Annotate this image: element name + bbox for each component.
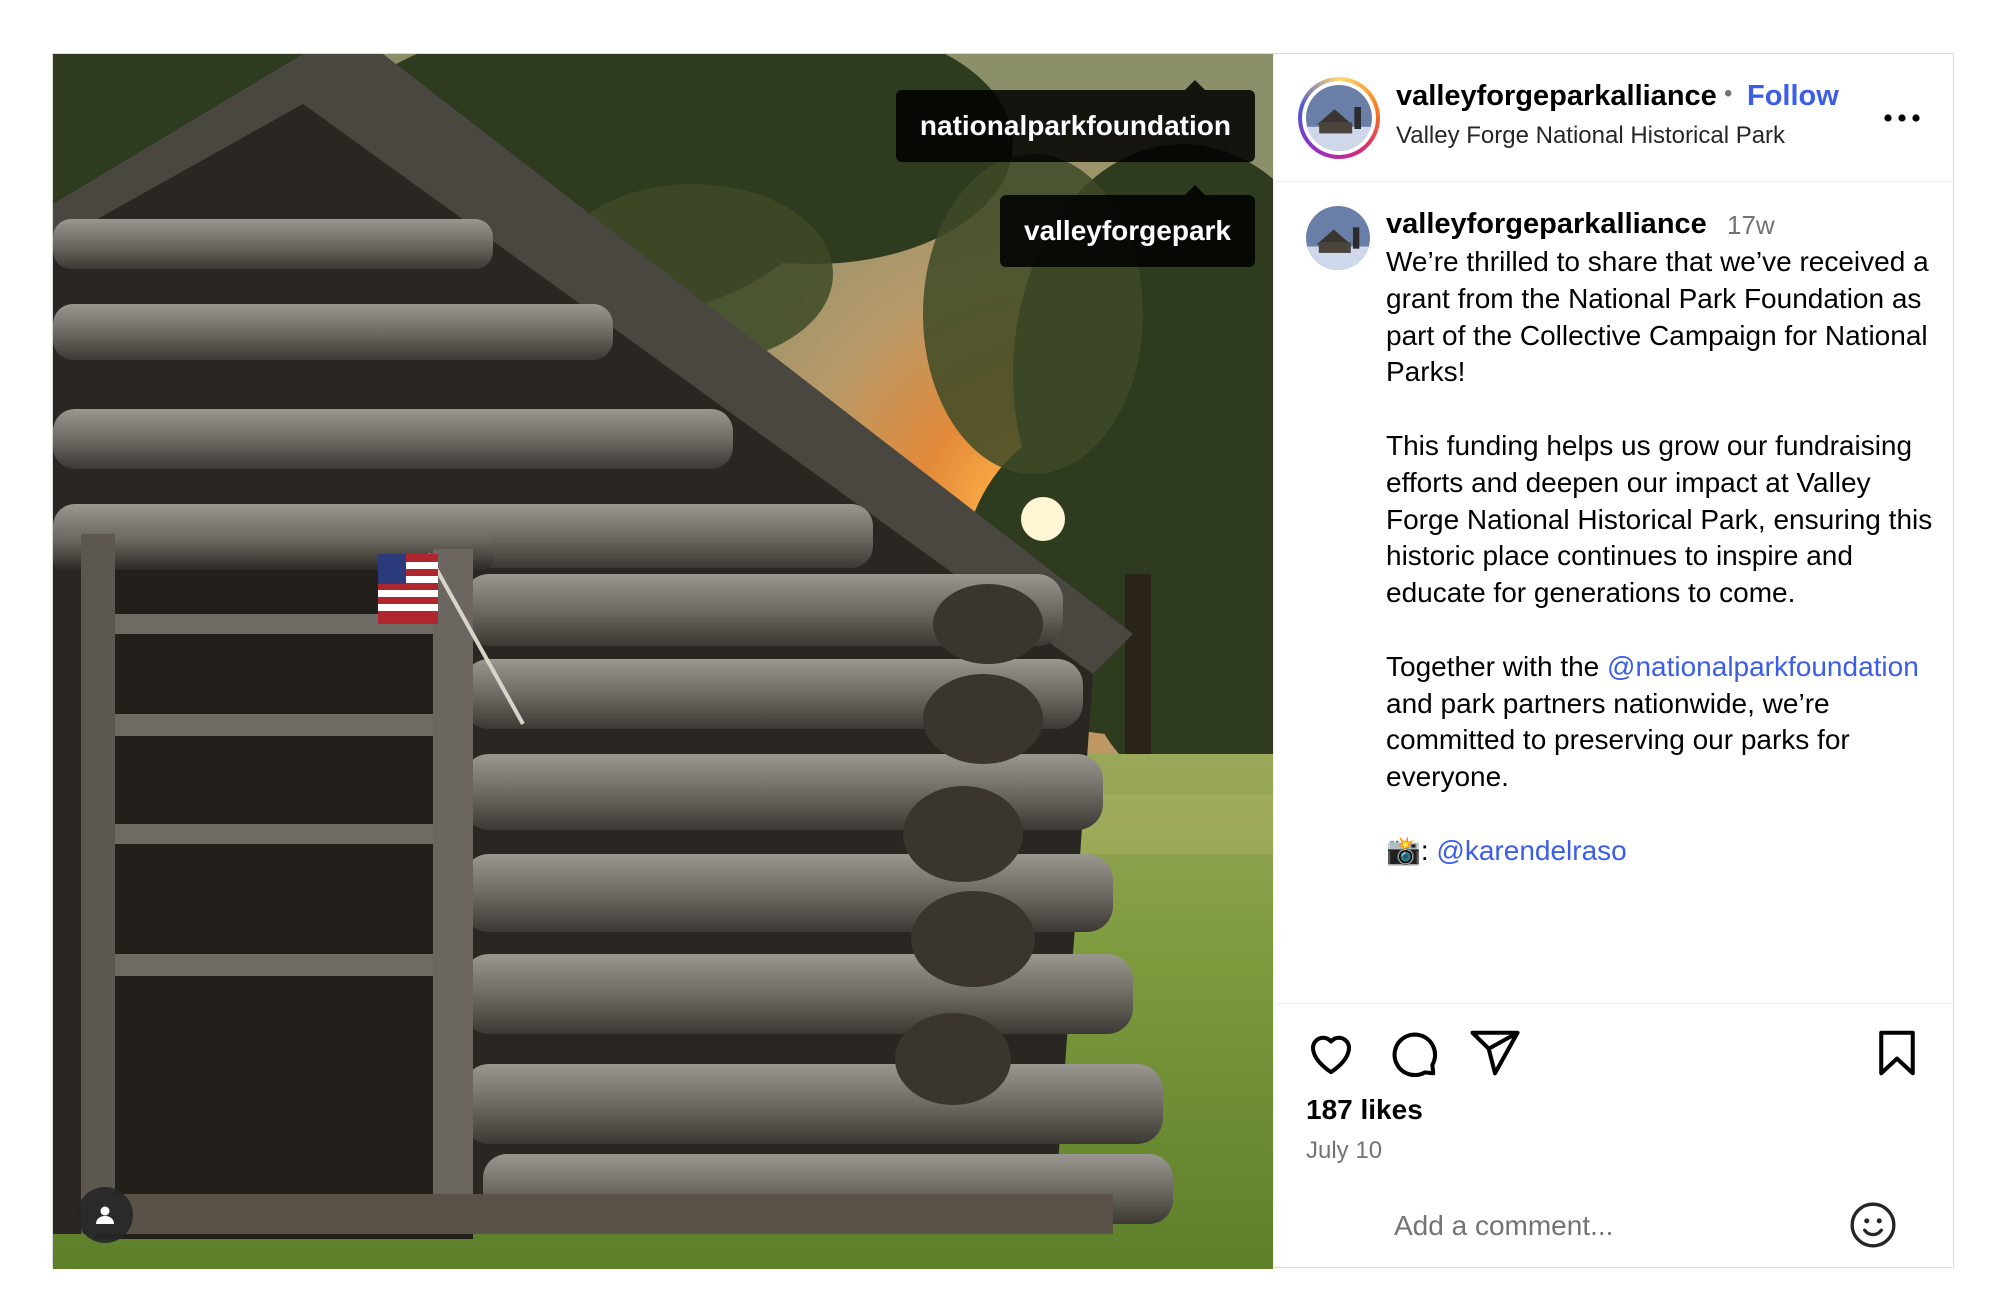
caption-paragraph-1: We’re thrilled to share that we’ve recei… bbox=[1386, 246, 1929, 388]
emoji-button[interactable] bbox=[1848, 1200, 1898, 1250]
account-avatar-story-ring[interactable] bbox=[1298, 77, 1380, 159]
like-button[interactable] bbox=[1304, 1026, 1358, 1080]
paper-plane-icon bbox=[1470, 1030, 1520, 1076]
avatar bbox=[1306, 85, 1372, 151]
caption-paragraph-3: Together with the @nationalparkfoundatio… bbox=[1386, 649, 1946, 796]
account-username[interactable]: valleyforgeparkalliance bbox=[1396, 80, 1717, 113]
caption-paragraph-2: This funding helps us grow our fundraisi… bbox=[1386, 429, 1933, 609]
caption-text-segment: and park partners nationwide, we’re comm… bbox=[1386, 687, 1850, 793]
post-caption: valleyforgeparkalliance 17w We’re thrill… bbox=[1274, 182, 1955, 1004]
photo-tag-valleyforgepark[interactable]: valleyforgepark bbox=[1000, 185, 1255, 267]
comment-bubble-icon bbox=[1392, 1032, 1438, 1078]
more-options-button[interactable] bbox=[1874, 98, 1930, 138]
instagram-post: nationalparkfoundation valleyforgepark v… bbox=[52, 53, 1955, 1269]
post-actions bbox=[1274, 1004, 1955, 1104]
camera-emoji-prefix: 📸: bbox=[1386, 834, 1437, 866]
comment-button[interactable] bbox=[1386, 1026, 1440, 1080]
share-button[interactable] bbox=[1468, 1026, 1522, 1080]
post-photo[interactable]: nationalparkfoundation valleyforgepark bbox=[53, 54, 1273, 1269]
caption-timestamp[interactable]: 17w bbox=[1727, 210, 1775, 241]
add-comment-input[interactable] bbox=[1394, 1204, 1834, 1248]
caption-text: We’re thrilled to share that we’ve recei… bbox=[1386, 244, 1946, 906]
caption-username[interactable]: valleyforgeparkalliance bbox=[1386, 208, 1707, 241]
mention-nationalparkfoundation[interactable]: @nationalparkfoundation bbox=[1607, 651, 1919, 682]
heart-icon bbox=[1310, 1035, 1352, 1075]
caption-text-segment: Together with the bbox=[1386, 650, 1608, 682]
more-options-icon bbox=[1884, 114, 1920, 122]
save-button[interactable] bbox=[1870, 1026, 1924, 1080]
separator-dot: • bbox=[1724, 80, 1733, 107]
smiley-icon bbox=[1850, 1202, 1896, 1248]
bookmark-icon bbox=[1879, 1030, 1915, 1076]
person-icon bbox=[96, 1206, 114, 1224]
likes-count[interactable]: 187 likes bbox=[1306, 1094, 1423, 1126]
post-location[interactable]: Valley Forge National Historical Park bbox=[1396, 122, 1785, 150]
caption-avatar[interactable] bbox=[1306, 206, 1370, 270]
post-date[interactable]: July 10 bbox=[1306, 1137, 1382, 1165]
tagged-users-button[interactable] bbox=[77, 1187, 133, 1243]
post-header: valleyforgeparkalliance • Follow Valley … bbox=[1274, 54, 1955, 182]
caption-photo-credit: 📸: @karendelraso bbox=[1386, 833, 1946, 870]
follow-button[interactable]: Follow bbox=[1747, 80, 1839, 113]
mention-karendelraso[interactable]: @karendelraso bbox=[1436, 835, 1626, 866]
post-side-panel: valleyforgeparkalliance • Follow Valley … bbox=[1273, 54, 1955, 1269]
photo-tag-nationalparkfoundation[interactable]: nationalparkfoundation bbox=[895, 80, 1255, 162]
comment-bar bbox=[1274, 1182, 1955, 1269]
